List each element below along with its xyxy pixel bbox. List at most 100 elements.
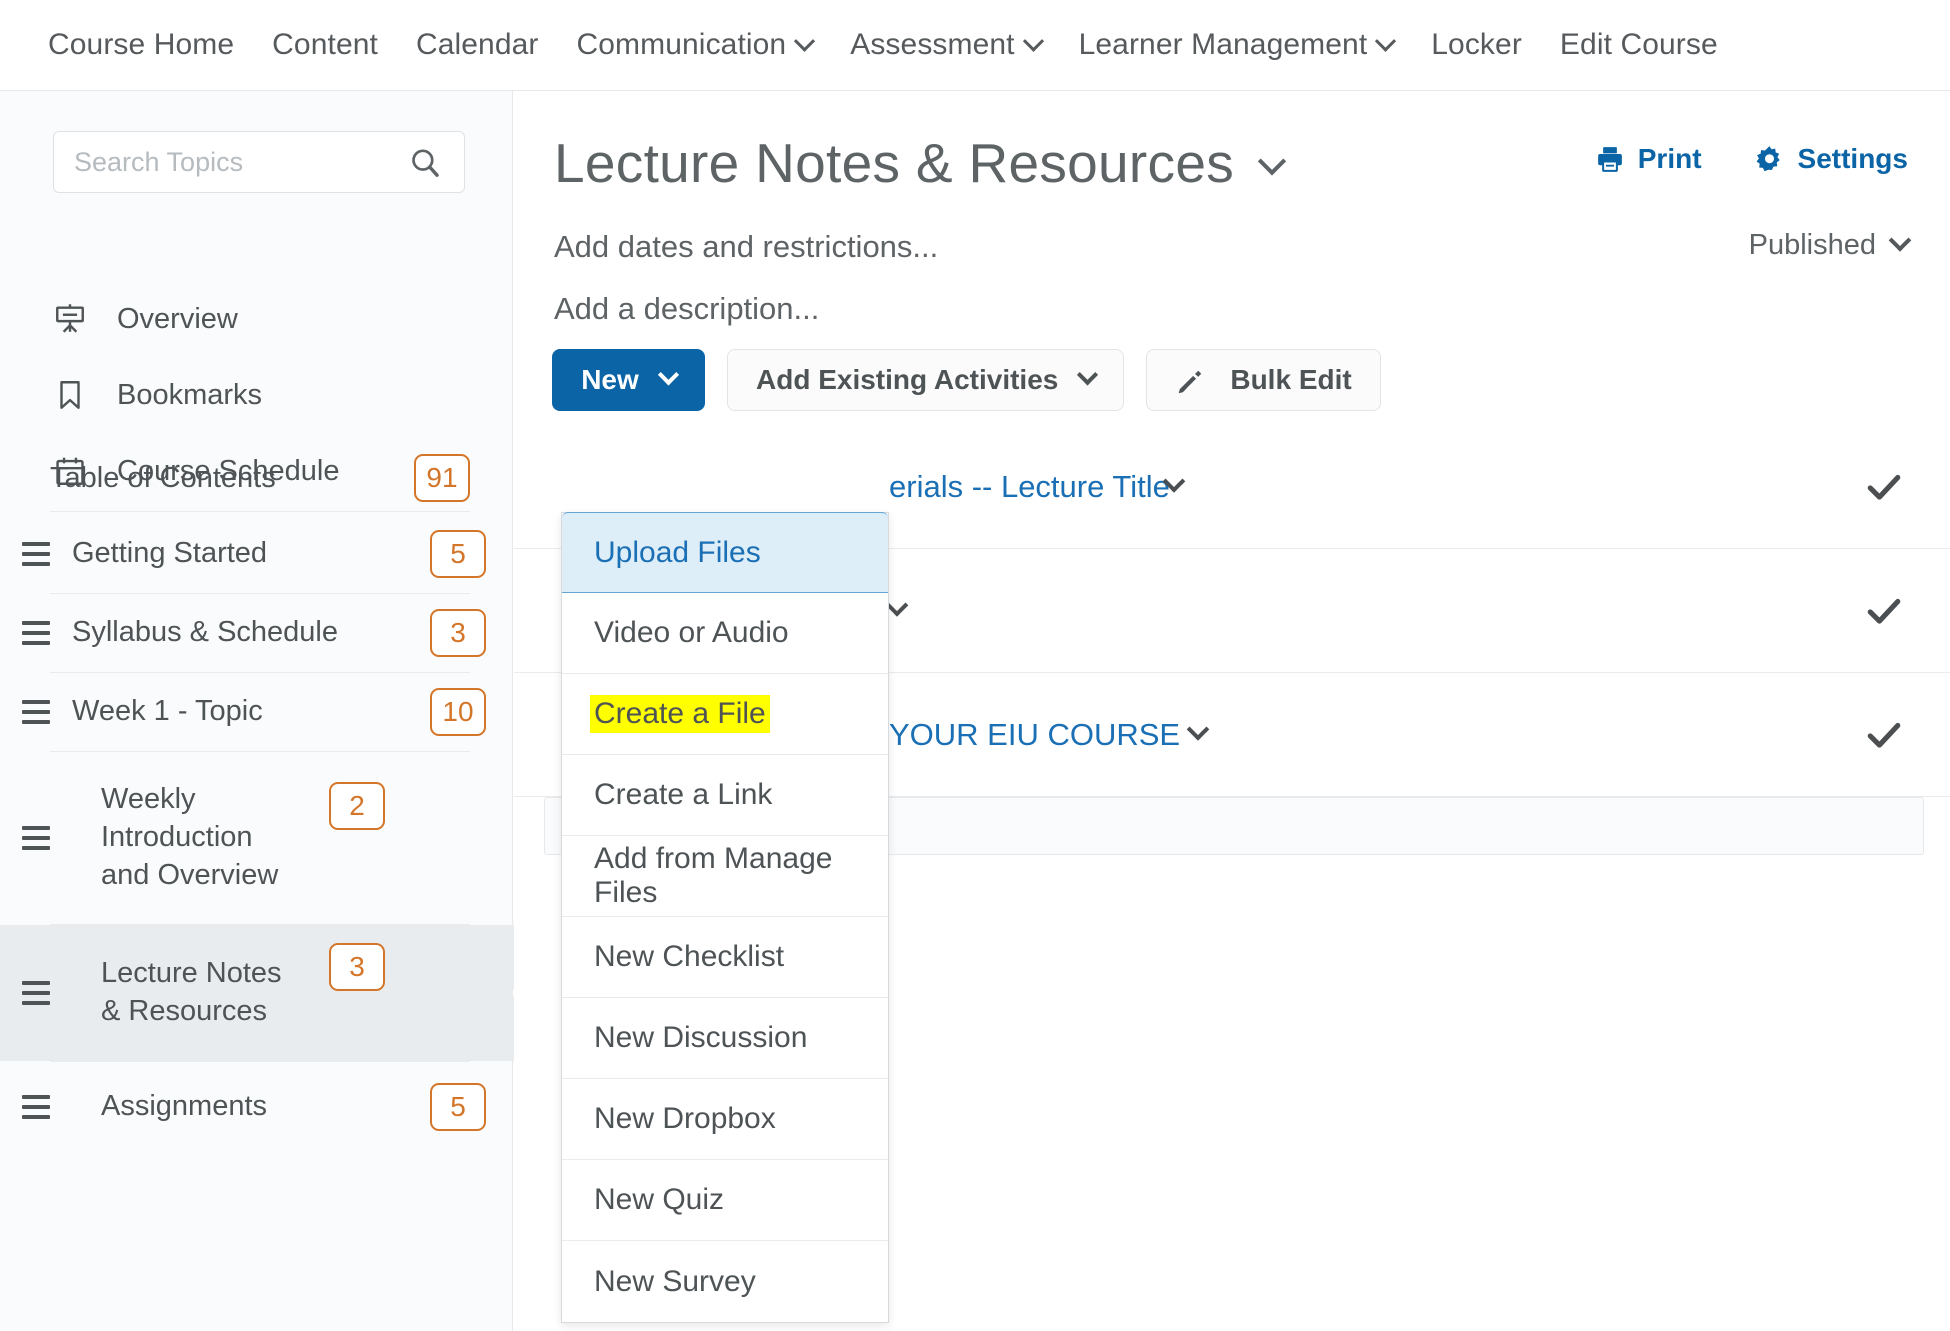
drag-handle-icon[interactable] xyxy=(0,542,72,566)
content-item-title[interactable]: YOUR EIU COURSE xyxy=(889,717,1180,753)
module-count-badge: 2 xyxy=(329,782,385,830)
nav-item-label: Communication xyxy=(576,28,787,61)
page-title: Lecture Notes & Resources xyxy=(554,132,1235,194)
nav-item-locker[interactable]: Locker xyxy=(1431,28,1522,62)
sidebar-module-week-1-topic[interactable]: Week 1 - Topic 10 xyxy=(0,673,513,751)
nav-item-assessment[interactable]: Assessment xyxy=(850,28,1044,62)
nav-item-communication[interactable]: Communication xyxy=(576,28,816,62)
new-button[interactable]: New xyxy=(552,349,705,411)
presentation-icon xyxy=(53,302,87,336)
menu-item-label: New Quiz xyxy=(594,1183,725,1216)
sidebar-item-label: Bookmarks xyxy=(117,378,263,411)
print-label: Print xyxy=(1637,143,1702,174)
chevron-down-icon xyxy=(1077,363,1099,385)
menu-item-label: Create a Link xyxy=(594,778,773,811)
menu-item-new-survey[interactable]: New Survey xyxy=(562,1241,888,1322)
add-dates-restrictions-link[interactable]: Add dates and restrictions... xyxy=(554,229,938,265)
printer-icon xyxy=(1595,144,1625,174)
drag-handle-icon[interactable] xyxy=(0,621,72,645)
add-existing-activities-label: Add Existing Activities xyxy=(756,364,1059,395)
module-label: Getting Started xyxy=(72,537,268,570)
table-of-contents-header[interactable]: Table of Contents 91 xyxy=(50,454,470,502)
add-existing-activities-button[interactable]: Add Existing Activities xyxy=(727,349,1125,411)
sidebar-module-assignments[interactable]: Assignments 5 xyxy=(0,1062,513,1152)
chevron-down-icon xyxy=(657,363,679,385)
module-label: Syllabus & Schedule xyxy=(72,616,338,649)
nav-item-learner-management[interactable]: Learner Management xyxy=(1078,28,1397,62)
drag-handle-icon[interactable] xyxy=(0,700,72,724)
nav-item-label: Content xyxy=(272,28,378,61)
chevron-down-icon xyxy=(1022,30,1044,52)
chevron-down-icon[interactable] xyxy=(885,593,909,617)
drag-handle-icon[interactable] xyxy=(0,981,72,1005)
menu-item-new-dropbox[interactable]: New Dropbox xyxy=(562,1079,888,1160)
page-actions: Print Settings xyxy=(1595,143,1908,175)
module-count-badge: 3 xyxy=(329,943,385,991)
menu-item-label: Video or Audio xyxy=(594,616,789,649)
table-of-contents-label: Table of Contents xyxy=(50,461,276,494)
sidebar: Overview Bookmarks Course Schedule Table… xyxy=(0,91,542,1331)
sidebar-module-syllabus-schedule[interactable]: Syllabus & Schedule 3 xyxy=(0,594,513,672)
search-topics-container[interactable] xyxy=(53,131,465,193)
checkmark-icon xyxy=(1862,465,1906,509)
sidebar-divider xyxy=(50,511,470,512)
content-item-title[interactable]: erials -- Lecture Title xyxy=(889,469,1170,505)
nav-item-label: Edit Course xyxy=(1559,28,1718,61)
menu-item-label: New Discussion xyxy=(594,1021,808,1054)
menu-item-label: Create a File xyxy=(590,695,770,733)
menu-item-label: New Checklist xyxy=(594,940,785,973)
module-label: Assignments xyxy=(101,1090,268,1123)
print-button[interactable]: Print xyxy=(1595,143,1702,175)
nav-item-content[interactable]: Content xyxy=(272,28,378,62)
sidebar-item-overview[interactable]: Overview xyxy=(53,291,473,347)
menu-item-upload-files[interactable]: Upload Files xyxy=(562,512,888,593)
menu-item-new-discussion[interactable]: New Discussion xyxy=(562,998,888,1079)
bookmark-icon xyxy=(53,378,87,412)
drag-handle-icon[interactable] xyxy=(0,1095,72,1119)
menu-item-label: Upload Files xyxy=(594,535,761,569)
published-label: Published xyxy=(1748,229,1876,261)
sidebar-module-lecture-notes-resources[interactable]: Lecture Notes & Resources 3 xyxy=(0,925,542,1061)
table-of-contents-count-badge: 91 xyxy=(414,454,470,502)
menu-item-label: Add from Manage Files xyxy=(594,842,833,909)
menu-item-create-a-link[interactable]: Create a Link xyxy=(562,755,888,836)
pencil-icon xyxy=(1175,364,1208,397)
search-input[interactable] xyxy=(54,146,384,178)
chevron-down-icon xyxy=(1375,30,1397,52)
menu-item-new-quiz[interactable]: New Quiz xyxy=(562,1160,888,1241)
chevron-down-icon[interactable] xyxy=(1186,717,1210,741)
bulk-edit-button[interactable]: Bulk Edit xyxy=(1146,349,1381,411)
sidebar-item-bookmarks[interactable]: Bookmarks xyxy=(53,367,473,423)
new-button-label: New xyxy=(581,364,639,395)
module-count-badge: 3 xyxy=(430,609,486,657)
module-label: Week 1 - Topic xyxy=(72,695,263,728)
nav-item-label: Learner Management xyxy=(1078,28,1368,61)
sidebar-module-weekly-introduction-and-overview[interactable]: Weekly Introduction and Overview 2 xyxy=(0,752,513,924)
menu-item-add-from-manage-files[interactable]: Add from Manage Files xyxy=(562,836,888,917)
checkmark-icon xyxy=(1862,713,1906,757)
module-count-badge: 5 xyxy=(430,530,486,578)
sidebar-item-label: Overview xyxy=(117,302,238,335)
chevron-down-icon[interactable] xyxy=(1257,147,1287,176)
new-dropdown-menu: Upload Files Video or Audio Create a Fil… xyxy=(561,512,889,1323)
nav-item-edit-course[interactable]: Edit Course xyxy=(1560,28,1718,62)
settings-button[interactable]: Settings xyxy=(1754,143,1908,175)
gear-icon xyxy=(1754,144,1785,175)
search-icon[interactable] xyxy=(408,146,442,180)
drag-handle-icon[interactable] xyxy=(0,826,72,850)
sidebar-module-getting-started[interactable]: Getting Started 5 xyxy=(0,515,513,593)
nav-item-calendar[interactable]: Calendar xyxy=(416,28,539,62)
module-count-badge: 10 xyxy=(430,688,486,736)
settings-label: Settings xyxy=(1797,143,1908,174)
menu-item-create-a-file[interactable]: Create a File xyxy=(562,674,888,755)
nav-item-label: Locker xyxy=(1431,28,1522,61)
page-title-row: Lecture Notes & Resources xyxy=(554,131,1287,195)
bulk-edit-label: Bulk Edit xyxy=(1230,364,1352,395)
top-navigation-bar: Course Home Content Calendar Communicati… xyxy=(0,0,1950,91)
menu-item-new-checklist[interactable]: New Checklist xyxy=(562,917,888,998)
published-status-dropdown[interactable]: Published xyxy=(1748,228,1912,262)
nav-item-course-home[interactable]: Course Home xyxy=(48,28,234,62)
menu-item-video-or-audio[interactable]: Video or Audio xyxy=(562,593,888,674)
add-description-link[interactable]: Add a description... xyxy=(554,291,819,327)
module-label: Lecture Notes & Resources xyxy=(101,957,282,1027)
